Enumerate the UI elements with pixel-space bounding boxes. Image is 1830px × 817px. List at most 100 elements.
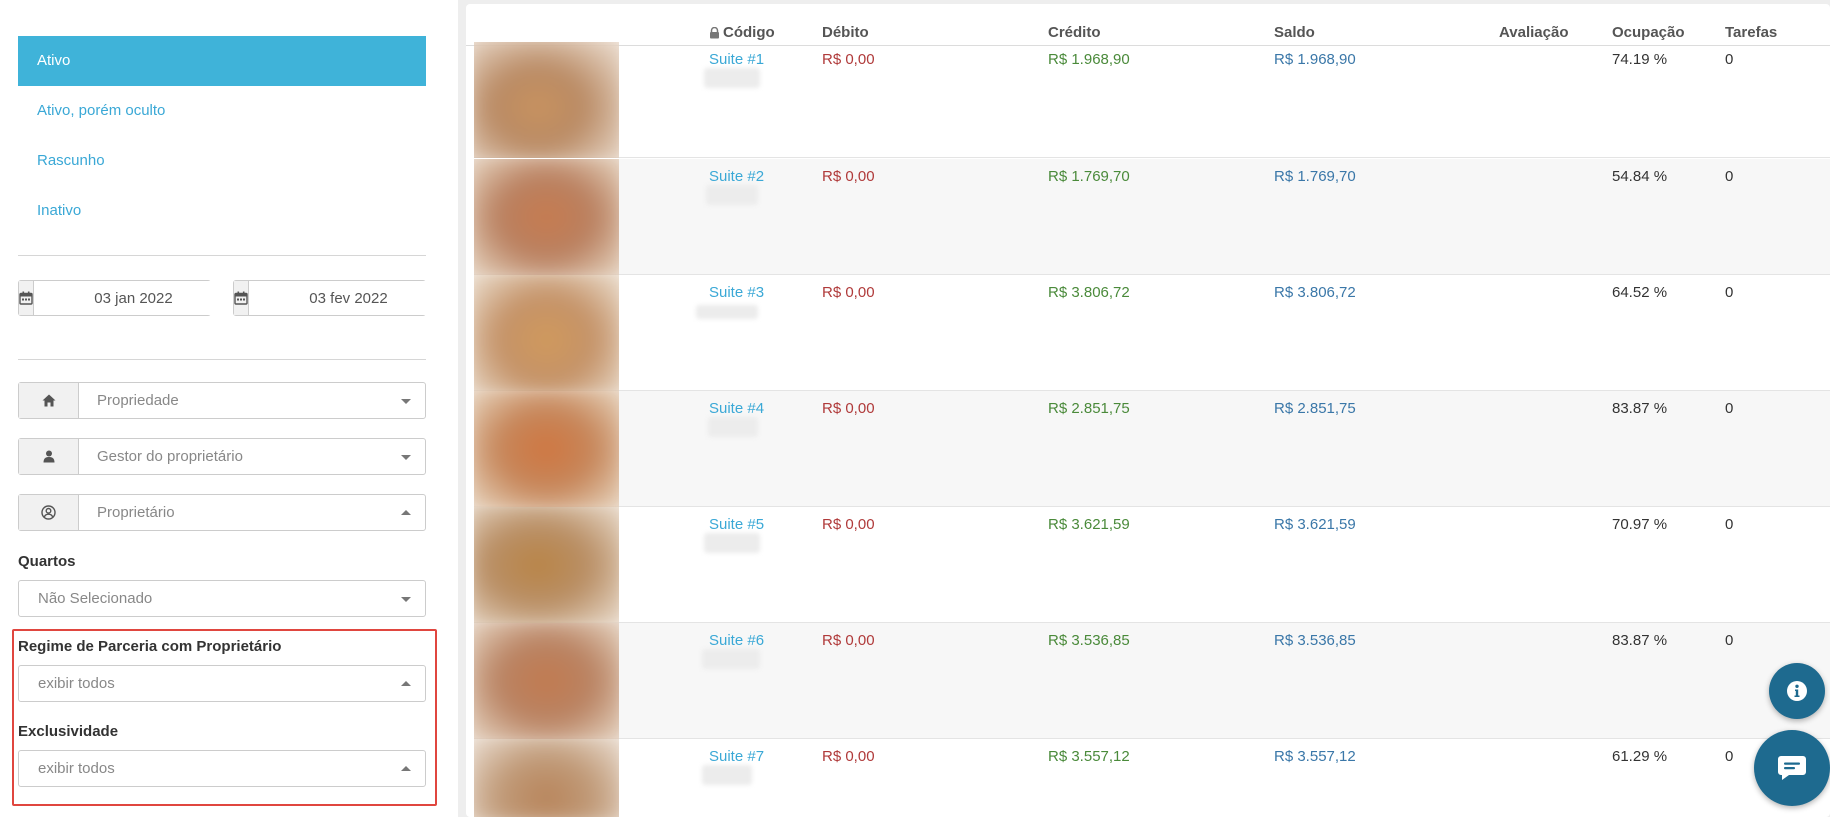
blurred-subtitle [702, 765, 752, 785]
blurred-subtitle [706, 185, 758, 205]
credit-value: R$ 1.968,90 [1048, 51, 1130, 68]
status-item-ativo[interactable]: Ativo [18, 36, 426, 86]
home-icon [19, 383, 79, 418]
tasks-value: 0 [1725, 516, 1734, 533]
property-select[interactable]: Propriedade [18, 382, 426, 419]
owner-manager-select-value: Gestor do proprietário [79, 439, 425, 474]
rooms-select-value: Não Selecionado [19, 581, 425, 616]
debit-value: R$ 0,00 [822, 284, 875, 301]
property-code-link[interactable]: Suite #2 [709, 168, 764, 185]
property-thumbnail[interactable] [474, 275, 619, 391]
user-icon [19, 439, 79, 474]
credit-value: R$ 3.806,72 [1048, 284, 1130, 301]
date-to-group [233, 280, 448, 316]
owner-manager-select[interactable]: Gestor do proprietário [18, 438, 426, 475]
rooms-label: Quartos [18, 553, 76, 570]
balance-value: R$ 3.557,12 [1274, 748, 1356, 765]
date-from-input[interactable] [34, 281, 233, 315]
occupancy-value: 54.84 % [1612, 168, 1668, 185]
filter-sidebar: Ativo Ativo, porém oculto Rascunho Inati… [0, 0, 458, 817]
status-filter-list: Ativo Ativo, porém oculto Rascunho Inati… [18, 36, 426, 236]
tasks-value: 0 [1725, 168, 1734, 185]
tasks-value: 0 [1725, 400, 1734, 417]
blurred-subtitle [708, 417, 758, 437]
calendar-icon[interactable] [234, 281, 249, 315]
property-code-link[interactable]: Suite #1 [709, 51, 764, 68]
table-row: Suite #7 R$ 0,00 R$ 3.557,12 R$ 3.557,12… [474, 739, 1830, 817]
column-header-tasks[interactable]: Tarefas [1725, 24, 1777, 41]
occupancy-value: 83.87 % [1612, 400, 1668, 417]
column-header-code[interactable]: Código [709, 24, 775, 41]
calendar-icon[interactable] [19, 281, 34, 315]
credit-value: R$ 1.769,70 [1048, 168, 1130, 185]
owner-select[interactable]: Proprietário [18, 494, 426, 531]
debit-value: R$ 0,00 [822, 748, 875, 765]
date-to-input[interactable] [249, 281, 448, 315]
occupancy-value: 74.19 % [1612, 51, 1668, 68]
info-icon [1787, 681, 1807, 701]
property-thumbnail[interactable] [474, 739, 619, 817]
status-item-rascunho[interactable]: Rascunho [18, 136, 426, 186]
tasks-value: 0 [1725, 748, 1734, 765]
column-header-occupancy[interactable]: Ocupação [1612, 24, 1685, 41]
divider [18, 359, 426, 360]
highlight-annotation [12, 629, 437, 806]
occupancy-value: 83.87 % [1612, 632, 1668, 649]
user-circle-icon [19, 495, 79, 530]
tasks-value: 0 [1725, 284, 1734, 301]
table-header: Código Débito Crédito Saldo Avaliação Oc… [466, 4, 1830, 46]
table-row: Suite #4 R$ 0,00 R$ 2.851,75 R$ 2.851,75… [474, 391, 1830, 507]
blurred-subtitle [704, 533, 760, 553]
credit-value: R$ 3.536,85 [1048, 632, 1130, 649]
property-code-link[interactable]: Suite #6 [709, 632, 764, 649]
occupancy-value: 70.97 % [1612, 516, 1668, 533]
occupancy-value: 64.52 % [1612, 284, 1668, 301]
property-code-link[interactable]: Suite #5 [709, 516, 764, 533]
debit-value: R$ 0,00 [822, 632, 875, 649]
column-header-balance[interactable]: Saldo [1274, 24, 1315, 41]
blurred-subtitle [702, 649, 760, 669]
lock-icon [710, 26, 719, 38]
property-thumbnail[interactable] [474, 159, 619, 275]
status-item-ativo-oculto[interactable]: Ativo, porém oculto [18, 86, 426, 136]
tasks-value: 0 [1725, 51, 1734, 68]
credit-value: R$ 3.621,59 [1048, 516, 1130, 533]
property-thumbnail[interactable] [474, 623, 619, 739]
property-thumbnail[interactable] [474, 42, 619, 158]
info-button[interactable] [1769, 663, 1825, 719]
table-row: Suite #5 R$ 0,00 R$ 3.621,59 R$ 3.621,59… [474, 507, 1830, 623]
column-header-credit[interactable]: Crédito [1048, 24, 1101, 41]
credit-value: R$ 3.557,12 [1048, 748, 1130, 765]
balance-value: R$ 1.968,90 [1274, 51, 1356, 68]
chevron-down-icon [401, 398, 411, 404]
tasks-value: 0 [1725, 632, 1734, 649]
owner-select-value: Proprietário [79, 495, 425, 530]
properties-table: Código Débito Crédito Saldo Avaliação Oc… [466, 4, 1830, 817]
column-header-debit[interactable]: Débito [822, 24, 869, 41]
property-code-link[interactable]: Suite #7 [709, 748, 764, 765]
credit-value: R$ 2.851,75 [1048, 400, 1130, 417]
rooms-select[interactable]: Não Selecionado [18, 580, 426, 617]
property-select-value: Propriedade [79, 383, 425, 418]
property-code-link[interactable]: Suite #4 [709, 400, 764, 417]
table-row: Suite #6 R$ 0,00 R$ 3.536,85 R$ 3.536,85… [474, 623, 1830, 739]
property-code-link[interactable]: Suite #3 [709, 284, 764, 301]
date-from-group [18, 280, 233, 316]
divider [18, 255, 426, 256]
property-thumbnail[interactable] [474, 507, 619, 623]
column-header-rating[interactable]: Avaliação [1499, 24, 1569, 41]
chat-button[interactable] [1754, 730, 1830, 806]
balance-value: R$ 3.536,85 [1274, 632, 1356, 649]
status-item-inativo[interactable]: Inativo [18, 186, 426, 236]
balance-value: R$ 1.769,70 [1274, 168, 1356, 185]
debit-value: R$ 0,00 [822, 400, 875, 417]
occupancy-value: 61.29 % [1612, 748, 1668, 765]
table-row: Suite #3 R$ 0,00 R$ 3.806,72 R$ 3.806,72… [474, 275, 1830, 391]
debit-value: R$ 0,00 [822, 51, 875, 68]
balance-value: R$ 3.621,59 [1274, 516, 1356, 533]
blurred-subtitle [704, 68, 760, 88]
chevron-up-icon [401, 509, 411, 515]
property-thumbnail[interactable] [474, 391, 619, 507]
chat-icon [1778, 756, 1806, 780]
chevron-down-icon [401, 454, 411, 460]
